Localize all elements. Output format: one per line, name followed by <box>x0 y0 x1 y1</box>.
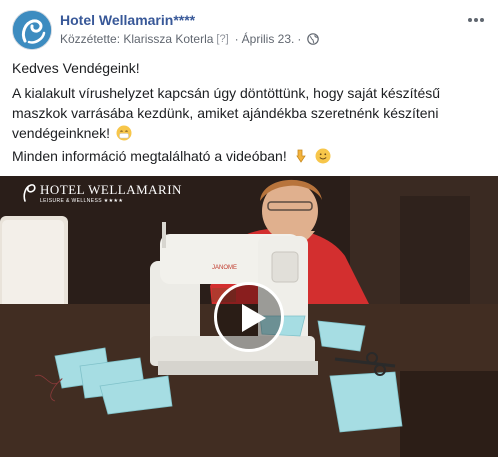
mask-emoji-icon <box>116 125 132 141</box>
post-closing: Minden információ megtalálható a videóba… <box>12 146 331 166</box>
video-logo-subtitle: LEISURE & WELLNESS ★★★★ <box>40 198 124 204</box>
play-button[interactable] <box>214 282 284 352</box>
page-stars: **** <box>173 12 196 28</box>
play-icon <box>242 304 266 332</box>
post-date[interactable]: Április 23. <box>242 32 295 46</box>
published-by[interactable]: Közzétette: Klarissza Koterla <box>60 32 213 46</box>
video-logo: HOTEL WELLAMARIN LEISURE & WELLNESS ★★★★ <box>22 183 182 204</box>
globe-icon[interactable] <box>307 33 320 45</box>
video-player[interactable]: JANOME HOTEL WELLAMARIN LEISURE & WELLNE… <box>0 176 498 457</box>
page-avatar[interactable] <box>12 10 52 50</box>
post-body: A kialakult vírushelyzet kapcsán úgy dön… <box>12 83 486 143</box>
hotel-logo-icon <box>23 184 36 202</box>
separator: · <box>234 32 239 46</box>
page-name[interactable]: Hotel Wellamarin <box>60 12 173 28</box>
page-name-link[interactable]: Hotel Wellamarin**** <box>60 12 195 28</box>
post-greeting: Kedves Vendégeink! <box>12 60 140 76</box>
more-dots-icon[interactable] <box>466 12 486 22</box>
help-marker[interactable]: [?] <box>216 33 228 45</box>
post-meta: Közzétette: Klarissza Koterla [?] · Ápri… <box>60 32 320 46</box>
separator-2: · <box>297 32 302 46</box>
pointing-down-emoji-icon <box>293 148 309 164</box>
video-logo-text: HOTEL WELLAMARIN <box>40 182 182 197</box>
machine-brand: JANOME <box>212 265 237 271</box>
post-header: Hotel Wellamarin**** Közzétette: Klariss… <box>0 0 498 54</box>
post-body-text: A kialakult vírushelyzet kapcsán úgy dön… <box>12 85 441 141</box>
smile-emoji-icon <box>315 148 331 164</box>
post-closing-text: Minden információ megtalálható a videóba… <box>12 148 287 164</box>
